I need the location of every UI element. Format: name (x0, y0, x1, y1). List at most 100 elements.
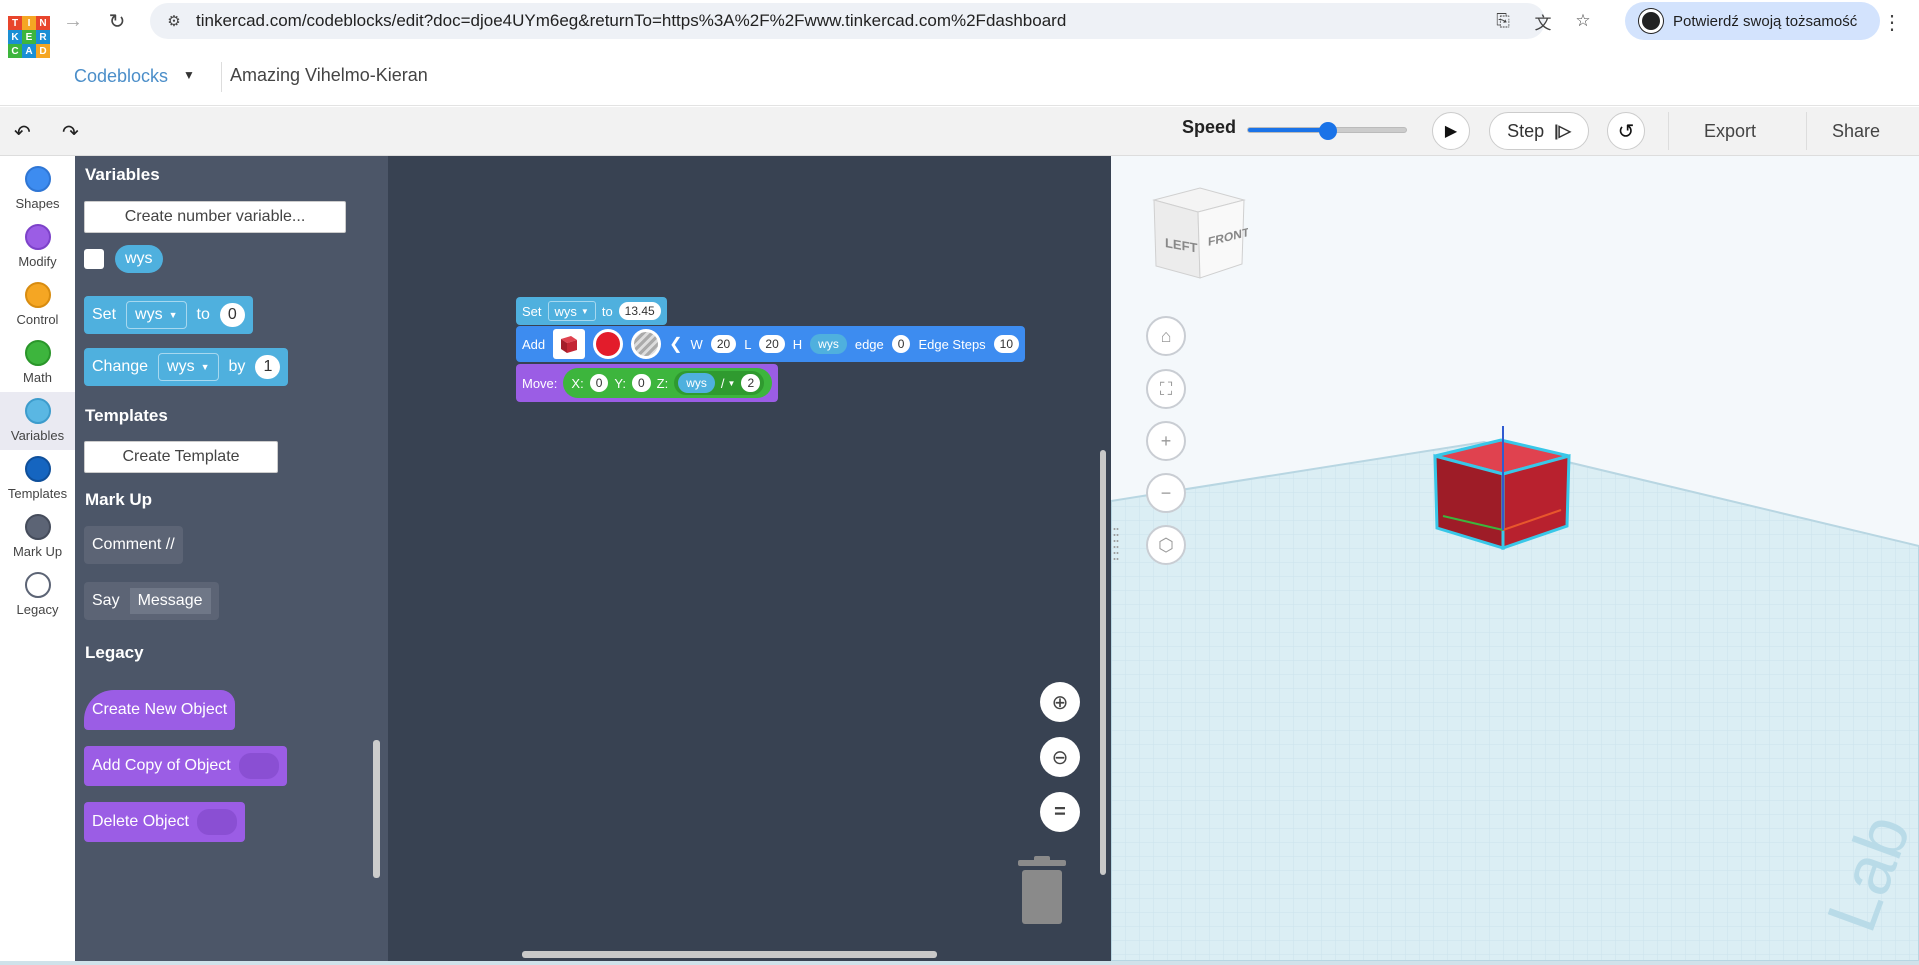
address-bar[interactable]: ⚙ tinkercad.com/codeblocks/edit?doc=djoe… (150, 3, 1545, 39)
category-templates[interactable]: Templates (0, 450, 75, 508)
variable-dropdown[interactable]: wys ▼ (547, 301, 596, 321)
say-block[interactable]: Say Message (84, 582, 219, 620)
operator-dropdown[interactable]: / ▼ (721, 376, 736, 391)
say-message-input[interactable]: Message (129, 588, 211, 614)
category-label: Math (23, 370, 52, 385)
redo-icon[interactable]: ↷ (62, 120, 79, 145)
workspace-horizontal-scrollbar[interactable] (522, 951, 937, 958)
delete-object-block[interactable]: Delete Object (84, 802, 245, 842)
undo-icon[interactable]: ↶ (14, 120, 31, 145)
create-new-object-block[interactable]: Create New Object (84, 690, 236, 730)
add-copy-of-object-block[interactable]: Add Copy of Object (84, 746, 287, 786)
collapse-arrow-icon[interactable]: ❮ (669, 334, 682, 354)
play-button[interactable]: ▶ (1432, 112, 1470, 150)
profile-button[interactable]: Potwierdź swoją tożsamość (1625, 2, 1880, 40)
category-control[interactable]: Control (0, 276, 75, 334)
panel-resize-handle[interactable] (1113, 525, 1119, 565)
reload-icon[interactable]: ↻ (104, 8, 130, 34)
create-variable-button[interactable]: Create number variable... (84, 201, 346, 233)
z-variable[interactable]: wys (678, 373, 715, 393)
change-value-input[interactable]: 1 (255, 355, 281, 379)
speed-label: Speed (1182, 117, 1237, 137)
reset-button[interactable]: ↺ (1607, 112, 1645, 150)
reset-zoom-button[interactable]: = (1040, 792, 1080, 832)
speed-slider[interactable] (1247, 122, 1407, 140)
zoom-in-button[interactable]: ⊕ (1040, 682, 1080, 722)
comment-block[interactable]: Comment // (84, 526, 183, 564)
block-label: Add Copy of Object (92, 757, 231, 774)
home-icon: ⌂ (1160, 325, 1172, 346)
object-slot[interactable] (238, 753, 279, 779)
workspace-add-block[interactable]: Add ❮ W 20 L 20 H wys edge 0 Edge Steps … (516, 326, 1026, 362)
variable-checkbox[interactable] (84, 249, 104, 269)
speed-slider-thumb[interactable] (1319, 122, 1337, 140)
code-workspace[interactable] (388, 156, 1111, 961)
translate-icon[interactable]: 文 (1532, 10, 1554, 33)
division-block[interactable]: wys / ▼ 2 (674, 371, 765, 395)
create-template-button[interactable]: Create Template (84, 441, 278, 473)
workspace-move-block[interactable]: Move: X: 0 Y: 0 Z: wys / ▼ 2 (516, 364, 779, 402)
move-x-input[interactable]: 0 (589, 374, 609, 392)
box-shape-icon[interactable] (553, 329, 586, 359)
divisor-input[interactable]: 2 (741, 374, 761, 392)
color-picker[interactable] (593, 329, 624, 359)
object-slot[interactable] (196, 809, 237, 835)
zoom-out-icon: ⊖ (1051, 746, 1069, 769)
category-math[interactable]: Math (0, 334, 75, 392)
category-markup[interactable]: Mark Up (0, 508, 75, 566)
workspace-vertical-scrollbar[interactable] (1100, 450, 1106, 875)
bookmark-star-icon[interactable]: ☆ (1572, 10, 1594, 32)
forward-arrow-icon[interactable]: → (60, 8, 86, 34)
install-app-icon[interactable]: ⎘ (1492, 10, 1514, 32)
variable-dropdown[interactable]: wys ▼ (158, 353, 219, 381)
move-y-input[interactable]: 0 (631, 374, 651, 392)
set-variable-block[interactable]: Set wys ▼ to 0 (84, 296, 253, 334)
block-label: W (690, 336, 703, 352)
category-variables[interactable]: Variables (0, 392, 75, 450)
3d-viewport[interactable]: Lab LEFT FRONT (1111, 156, 1919, 961)
red-box-shape[interactable] (1411, 426, 1591, 576)
chevron-down-icon[interactable]: ▼ (183, 68, 195, 82)
profile-avatar-icon (1639, 9, 1663, 33)
category-shapes[interactable]: Shapes (0, 160, 75, 218)
export-button[interactable]: Export (1680, 112, 1780, 150)
edge-steps-input[interactable]: 10 (993, 335, 1020, 353)
site-settings-icon[interactable]: ⚙ (164, 11, 184, 31)
trash-icon[interactable] (1016, 856, 1068, 926)
viewport-zoom-out-button[interactable]: − (1146, 473, 1186, 513)
category-modify[interactable]: Modify (0, 218, 75, 276)
viewport-zoom-in-button[interactable]: + (1146, 421, 1186, 461)
step-button[interactable]: Step |▷ (1489, 112, 1589, 150)
variable-block-wys[interactable]: wys (115, 245, 163, 273)
block-label: Y: (614, 375, 626, 391)
zoom-out-button[interactable]: ⊖ (1040, 737, 1080, 777)
flyout-scrollbar[interactable] (373, 740, 380, 878)
perspective-toggle-button[interactable]: ⬡ (1146, 525, 1186, 565)
length-input[interactable]: 20 (759, 335, 785, 353)
fit-view-button[interactable]: ⛶ (1146, 369, 1186, 409)
height-variable[interactable]: wys (810, 334, 847, 354)
category-legacy[interactable]: Legacy (0, 566, 75, 624)
plus-icon: + (1160, 430, 1172, 451)
edge-input[interactable]: 0 (891, 335, 911, 353)
legacy-heading: Legacy (85, 643, 144, 662)
width-input[interactable]: 20 (710, 335, 737, 353)
variable-dropdown[interactable]: wys ▼ (126, 301, 187, 329)
profile-label: Potwierdź swoją tożsamość (1673, 12, 1858, 30)
mode-selector[interactable]: Codeblocks (74, 66, 168, 87)
tinkercad-logo[interactable]: TIN KER CAD (8, 16, 50, 58)
category-sidebar: Shapes Modify Control Math Variables Tem… (0, 156, 75, 965)
view-cube[interactable]: LEFT FRONT (1148, 186, 1248, 286)
hole-toggle[interactable] (631, 329, 662, 359)
home-view-button[interactable]: ⌂ (1146, 316, 1186, 356)
document-title[interactable]: Amazing Vihelmo-Kieran (230, 65, 428, 86)
change-variable-block[interactable]: Change wys ▼ by 1 (84, 348, 289, 386)
share-button[interactable]: Share (1806, 112, 1906, 150)
shapes-dot-icon (24, 166, 51, 192)
set-value-input[interactable]: 0 (219, 303, 245, 327)
markup-dot-icon (24, 514, 51, 540)
set-value-input[interactable]: 13.45 (618, 302, 661, 320)
url-text[interactable]: tinkercad.com/codeblocks/edit?doc=djoe4U… (196, 11, 1066, 31)
browser-menu-icon[interactable]: ⋮ (1880, 10, 1904, 34)
workspace-set-block[interactable]: Set wys ▼ to 13.45 (516, 297, 667, 325)
